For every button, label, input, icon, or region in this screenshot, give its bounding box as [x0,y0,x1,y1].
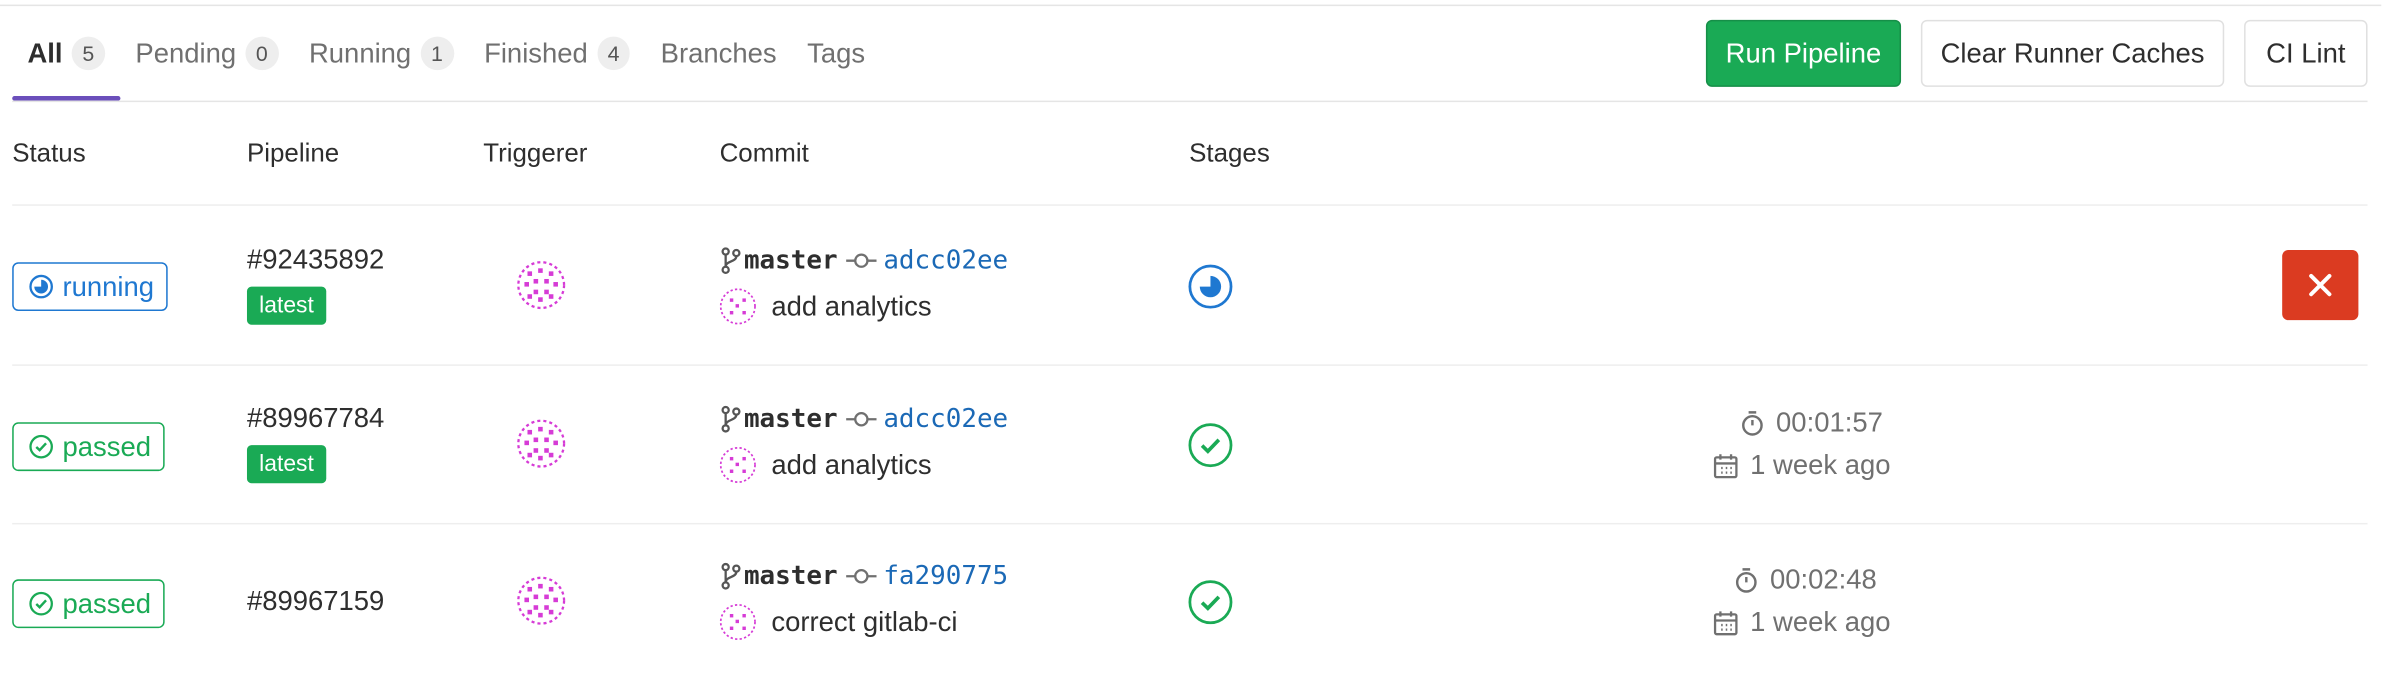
commit-icon [846,253,878,268]
tab-pending[interactable]: Pending 0 [120,6,294,101]
commit-ref: master adcc02ee [720,245,1008,276]
column-header-commit: Commit [719,138,809,168]
status-label: passed [62,587,151,619]
column-header-status: Status [12,138,86,168]
triggerer-avatar[interactable] [517,576,566,625]
tab-label: All [27,37,63,68]
run-pipeline-button[interactable]: Run Pipeline [1705,19,1902,87]
latest-badge: latest [246,286,327,325]
stage-success-icon[interactable] [1188,579,1234,625]
pipeline-id-link[interactable]: #89967159 [247,585,384,617]
pipeline-scope-tabs: All 5 Pending 0 Running 1 Finished 4 Bra… [12,6,880,101]
check-circle-icon [29,434,53,459]
calendar-icon [1713,611,1738,636]
duration-text: 00:01:57 [1776,407,1883,438]
branch-link[interactable]: master [744,245,838,275]
commit-sha-link[interactable]: fa290775 [883,561,1008,591]
row-divider [12,204,2368,206]
branch-icon [721,405,741,433]
tab-label: Branches [660,37,777,68]
close-icon [2309,273,2332,297]
commit-author-avatar[interactable] [719,446,757,484]
clear-runner-caches-button[interactable]: Clear Runner Caches [1920,19,2225,87]
commit-sha-link[interactable]: adcc02ee [883,404,1008,434]
finished-text: 1 week ago [1750,449,1891,481]
pipeline-id-link[interactable]: #92435892 [247,244,384,276]
tab-label: Tags [807,37,866,68]
commit-message-link[interactable]: add analytics [771,290,931,322]
timer-icon [1742,411,1763,436]
check-circle-icon [29,591,53,616]
tab-branches[interactable]: Branches [645,6,791,101]
tab-running[interactable]: Running 1 [294,6,469,101]
tabs-divider [12,100,2368,103]
pipeline-finished-at: 1 week ago [1713,449,1891,482]
duration-text: 00:02:48 [1769,564,1877,595]
stage-success-icon[interactable] [1188,422,1234,468]
tab-label: Pending [135,37,237,68]
commit-message-line: add analytics [719,288,932,325]
running-icon [29,274,53,299]
tab-label: Running [308,37,412,68]
column-header-stages: Stages [1189,138,1270,168]
commit-ref: master fa290775 [720,561,1008,592]
status-label: running [62,270,155,302]
count-badge: 0 [245,36,279,71]
ci-lint-button[interactable]: CI Lint [2244,19,2368,87]
triggerer-avatar[interactable] [517,261,566,310]
status-label: passed [62,430,151,462]
tab-label: Finished [484,37,588,68]
branch-icon [721,247,741,275]
calendar-icon [1713,454,1738,479]
pipeline-id-link[interactable]: #89967784 [247,402,384,434]
column-header-pipeline: Pipeline [246,138,340,168]
branch-link[interactable]: master [744,561,838,591]
cancel-pipeline-button[interactable] [2282,250,2359,321]
row-divider [12,522,2368,525]
count-badge: 4 [596,36,631,71]
commit-author-avatar[interactable] [719,288,757,325]
stage-running-icon[interactable] [1188,264,1234,310]
commit-icon [846,411,878,427]
commit-sha-link[interactable]: adcc02ee [883,245,1008,275]
commit-icon [846,569,878,584]
status-badge-passed[interactable]: passed [12,579,165,629]
commit-message-link[interactable]: correct gitlab-ci [771,606,957,638]
column-header-triggerer: Triggerer [483,138,588,168]
commit-message-link[interactable]: add analytics [771,449,931,481]
commit-message-line: add analytics [719,446,932,484]
status-badge-running[interactable]: running [12,262,168,311]
finished-text: 1 week ago [1750,606,1891,638]
commit-ref: master adcc02ee [720,404,1008,434]
timer-icon [1735,568,1757,593]
triggerer-avatar[interactable] [517,419,566,468]
tab-tags[interactable]: Tags [792,6,880,101]
pipeline-duration: 00:01:57 [1741,407,1883,439]
pipeline-finished-at: 1 week ago [1713,606,1891,639]
tab-all[interactable]: All 5 [12,6,120,101]
count-badge: 5 [71,36,105,71]
branch-icon [721,562,741,590]
latest-badge: latest [246,445,327,484]
commit-author-avatar[interactable] [719,603,757,641]
tab-finished[interactable]: Finished 4 [469,6,646,101]
count-badge: 1 [420,36,454,71]
commit-message-line: correct gitlab-ci [719,603,957,641]
pipeline-duration: 00:02:48 [1735,564,1877,596]
status-badge-passed[interactable]: passed [12,422,165,472]
branch-link[interactable]: master [744,404,838,434]
row-divider [12,364,2368,366]
